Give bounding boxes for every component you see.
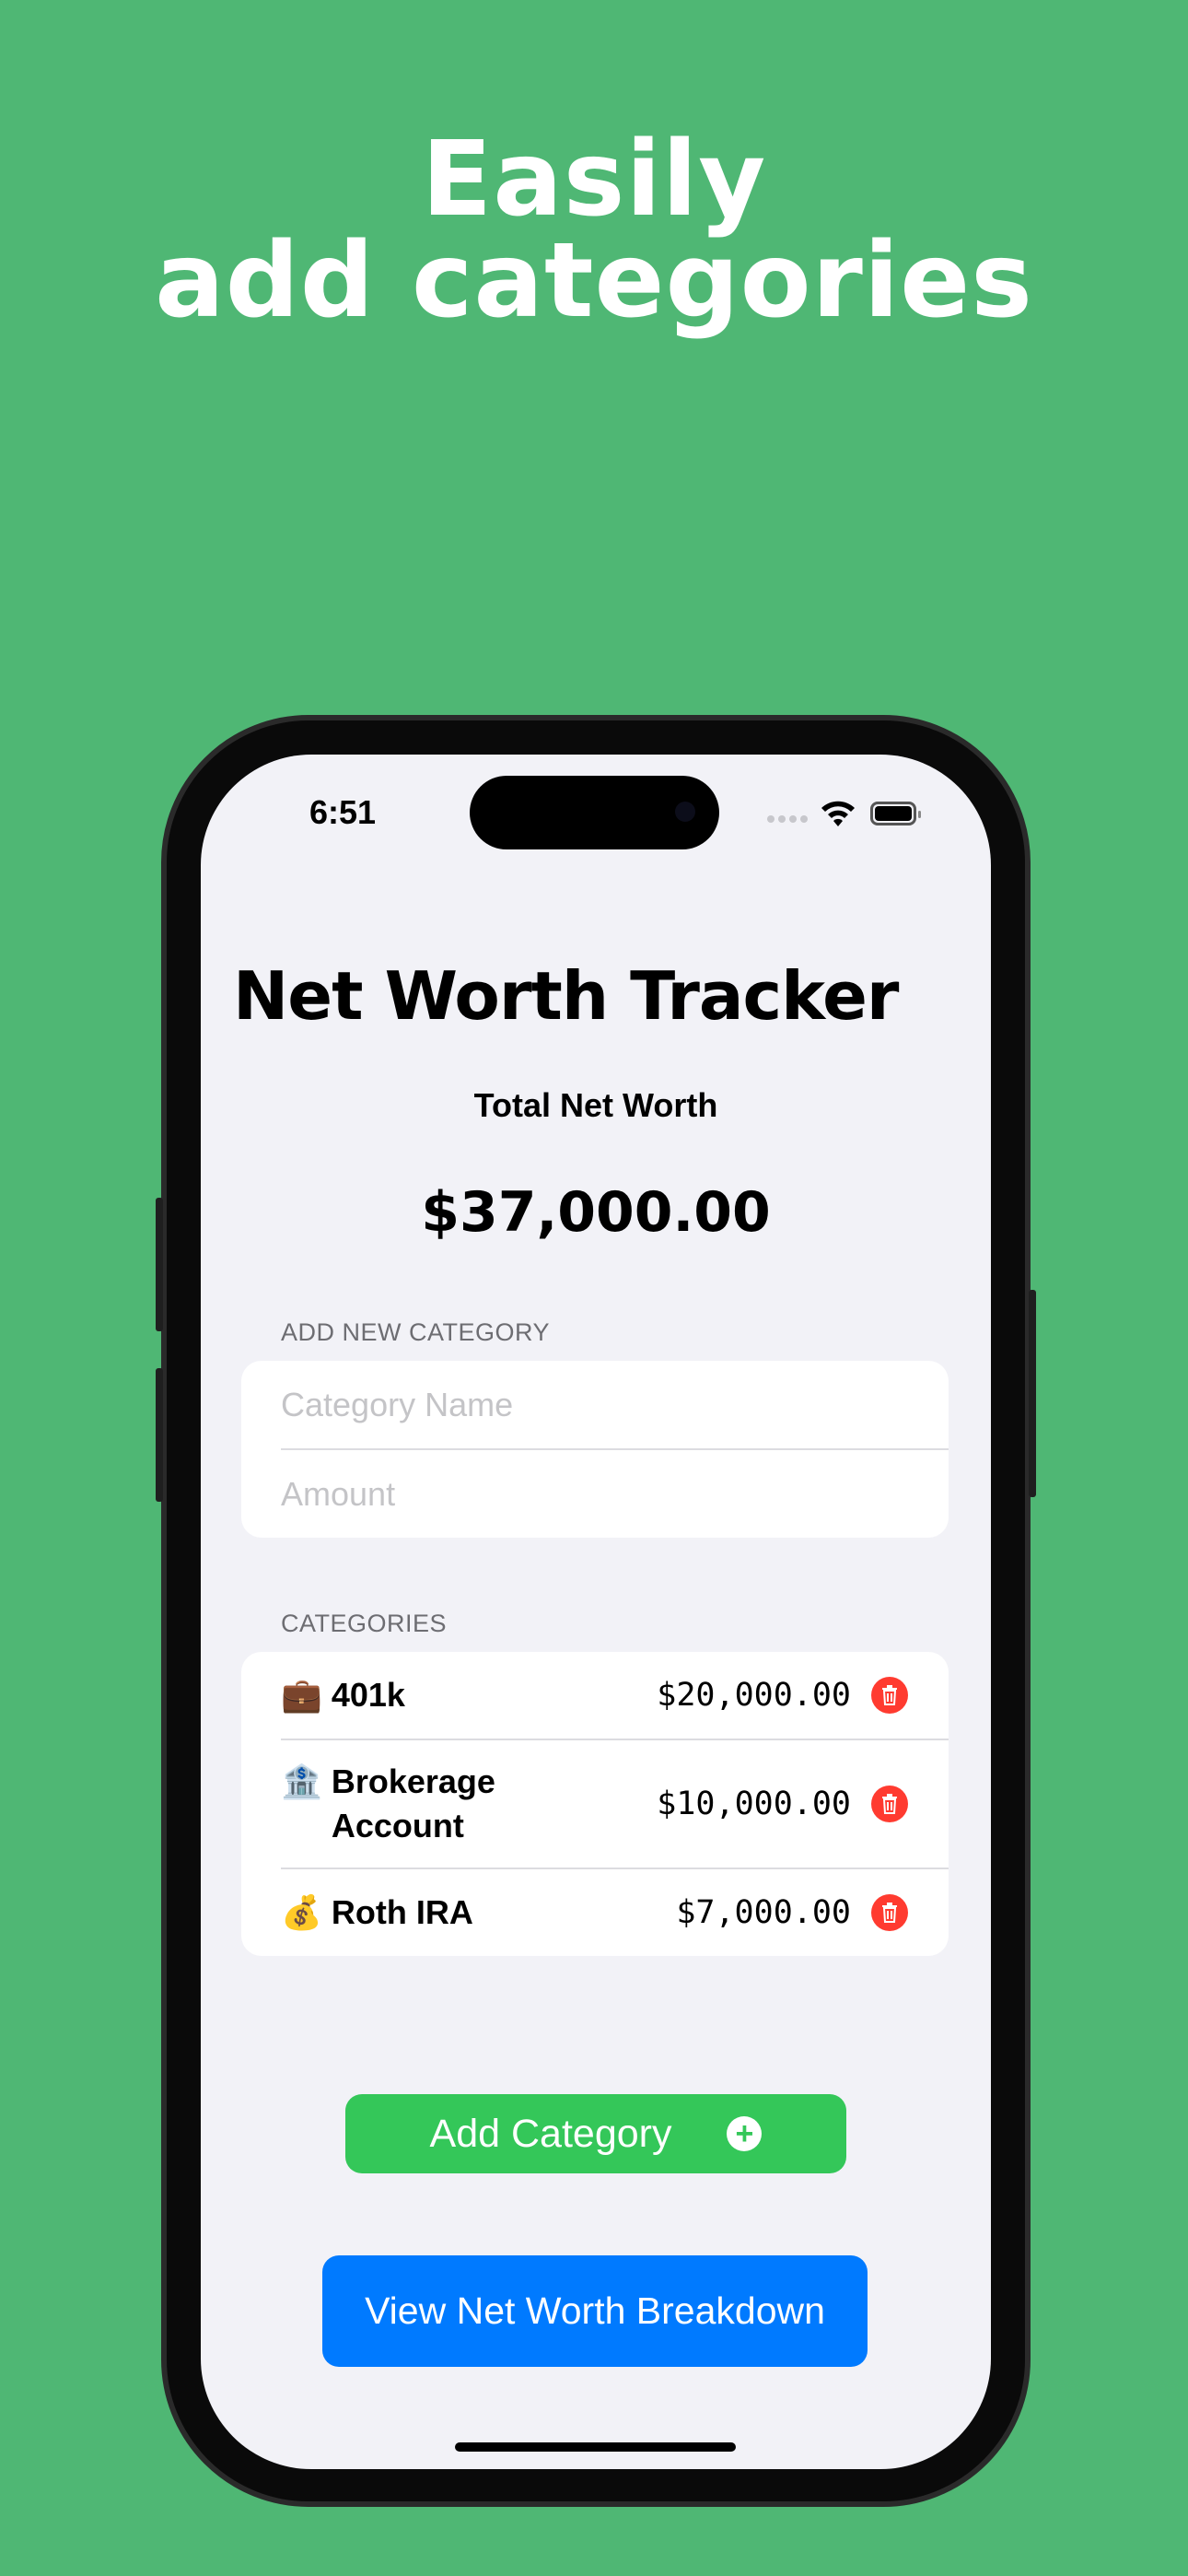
add-category-section-header: ADD NEW CATEGORY — [281, 1318, 551, 1346]
camera-icon — [675, 802, 695, 822]
delete-button[interactable] — [871, 1894, 908, 1931]
delete-button[interactable] — [871, 1677, 908, 1714]
home-indicator[interactable] — [455, 2442, 736, 2452]
category-name: 🏦 Brokerage Account — [281, 1760, 657, 1848]
total-net-worth-label: Total Net Worth — [473, 1086, 718, 1124]
category-label: 401k — [331, 1676, 405, 1714]
category-name: 💰 Roth IRA — [281, 1891, 676, 1935]
category-label: Roth IRA — [331, 1893, 473, 1931]
headline-line-2: add categories — [155, 221, 1033, 341]
dynamic-island — [470, 776, 719, 849]
power-button — [1029, 1290, 1036, 1497]
categories-list: 💼 401k $20,000.00 🏦 Brokerage Account $1… — [241, 1652, 949, 1956]
category-row[interactable]: 💰 Roth IRA $7,000.00 — [241, 1869, 949, 1956]
category-amount: $7,000.00 — [676, 1894, 851, 1931]
bank-icon: 🏦 — [281, 1762, 322, 1800]
plus-circle-icon: + — [727, 2116, 763, 2151]
status-time: 6:51 — [309, 793, 377, 831]
category-amount: $10,000.00 — [657, 1786, 851, 1822]
headline-line-1: Easily — [421, 120, 767, 240]
cellular-signal-icon — [767, 815, 808, 823]
category-name-input[interactable] — [281, 1385, 949, 1424]
trash-icon — [882, 1794, 897, 1814]
view-breakdown-button[interactable]: View Net Worth Breakdown — [322, 2255, 868, 2367]
wifi-icon — [821, 801, 855, 826]
amount-field[interactable] — [241, 1450, 949, 1538]
category-name: 💼 401k — [281, 1673, 657, 1717]
page-title: Net Worth Tracker — [233, 957, 899, 1035]
category-row[interactable]: 🏦 Brokerage Account $10,000.00 — [241, 1740, 949, 1868]
promo-headline: Easily add categories — [0, 120, 1188, 341]
add-category-label: Add Category — [429, 2111, 672, 2156]
amount-input[interactable] — [281, 1474, 949, 1514]
categories-section-header: CATEGORIES — [281, 1610, 448, 1637]
money-bag-icon: 💰 — [281, 1893, 322, 1931]
category-amount: $20,000.00 — [657, 1677, 851, 1714]
add-category-button[interactable]: Add Category + — [345, 2094, 846, 2173]
delete-button[interactable] — [871, 1786, 908, 1822]
trash-icon — [882, 1903, 897, 1923]
category-label: Brokerage Account — [331, 1762, 495, 1844]
briefcase-icon: 💼 — [281, 1676, 322, 1714]
trash-icon — [882, 1685, 897, 1705]
volume-up-button — [156, 1198, 163, 1331]
total-net-worth-value: $37,000.00 — [421, 1180, 771, 1245]
category-name-field[interactable] — [241, 1361, 949, 1448]
battery-icon — [870, 802, 921, 825]
volume-down-button — [156, 1368, 163, 1502]
phone-screen: 6:51 Net Worth Tracker Total Net Worth $… — [201, 755, 991, 2469]
view-breakdown-label: View Net Worth Breakdown — [365, 2289, 825, 2332]
add-category-form — [241, 1361, 949, 1538]
category-row[interactable]: 💼 401k $20,000.00 — [241, 1652, 949, 1739]
